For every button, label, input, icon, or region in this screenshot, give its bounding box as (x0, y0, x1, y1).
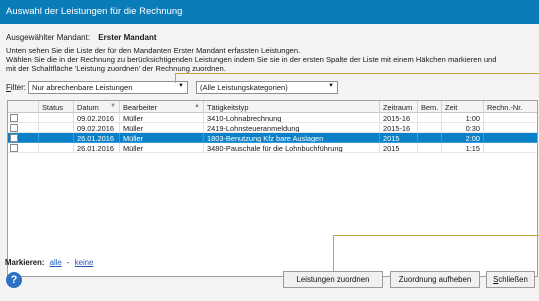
cell-datum: 26.01.2016 (74, 143, 120, 153)
cell-zeitraum: 2015-16 (380, 113, 418, 123)
cell-zeit: 1:00 (442, 113, 484, 123)
row-checkbox[interactable] (10, 114, 18, 122)
cell-zeit: 2:00 (442, 133, 484, 143)
cell-bem (418, 123, 442, 133)
callout-line-assign (333, 235, 539, 271)
cell-bearbeiter: Müller (120, 123, 204, 133)
dropdown-arrow-icon: ▼ (178, 83, 184, 89)
table-row[interactable]: 09.02.2016 Müller 3410-Lohnabrechnung 20… (8, 113, 537, 123)
category-select-value: (Alle Leistungskategorien) (200, 83, 288, 92)
cell-zeit: 0:30 (442, 123, 484, 133)
column-header-bearbeiter-label: Bearbeiter (123, 103, 158, 112)
cell-taetigkeit: 2419-Lohnsteueranmeldung (204, 123, 380, 133)
cell-bem (418, 143, 442, 153)
help-icon[interactable]: ? (6, 272, 22, 288)
cell-taetigkeit: 3480-Pauschale für die Lohnbuchführung (204, 143, 380, 153)
remove-assignment-button[interactable]: Zuordnung aufheben (390, 271, 480, 288)
assign-services-button[interactable]: Leistungen zuordnen (283, 271, 383, 288)
column-header-zeit[interactable]: Zeit (442, 101, 484, 113)
filter-select-value: Nur abrechenbare Leistungen (32, 83, 133, 92)
info-line: mit der Schaltfläche 'Leistung zuordnen'… (6, 64, 226, 73)
close-button[interactable]: Schließen (486, 271, 535, 288)
filter-label: Filter: (6, 83, 26, 92)
row-checkbox-cell (8, 143, 39, 153)
row-checkbox-cell (8, 113, 39, 123)
column-header-taetigkeitstyp[interactable]: Tätigkeitstyp (204, 101, 380, 113)
info-text: Unten sehen Sie die Liste der für den Ma… (6, 46, 531, 73)
cell-rechnr (484, 123, 537, 133)
filter-select[interactable]: Nur abrechenbare Leistungen ▼ (28, 81, 188, 94)
window-titlebar[interactable]: Auswahl der Leistungen für die Rechnung (0, 0, 539, 24)
close-button-label: chließen (498, 275, 528, 284)
cell-zeitraum: 2015 (380, 133, 418, 143)
column-header-status[interactable]: Status (39, 101, 74, 113)
cell-status (39, 133, 74, 143)
sort-desc-icon: ▼ (110, 103, 116, 109)
sort-asc-icon: ▲ (194, 103, 200, 109)
cell-zeitraum: 2015 (380, 143, 418, 153)
column-header-bem[interactable]: Bem. (418, 101, 442, 113)
cell-rechnr (484, 113, 537, 123)
cell-bem (418, 133, 442, 143)
column-header-rechnr[interactable]: Rechn.-Nr. (484, 101, 537, 113)
mark-separator: - (66, 258, 70, 267)
mandant-value: Erster Mandant (98, 33, 157, 42)
dropdown-arrow-icon: ▼ (328, 83, 334, 89)
cell-datum: 09.02.2016 (74, 113, 120, 123)
column-header-datum-label: Datum (77, 103, 99, 112)
cell-zeit: 1:15 (442, 143, 484, 153)
table-row[interactable]: 09.02.2016 Müller 2419-Lohnsteueranmeldu… (8, 123, 537, 133)
row-checkbox[interactable] (10, 134, 18, 142)
cell-status (39, 113, 74, 123)
table-row-selected[interactable]: 26.01.2016 Müller 1803-Benutzung Kfz bar… (8, 133, 537, 143)
callout-line-filter (175, 73, 539, 83)
mandant-label: Ausgewählter Mandant: (6, 33, 91, 42)
row-checkbox-cell (8, 133, 39, 143)
table-row[interactable]: 26.01.2016 Müller 3480-Pauschale für die… (8, 143, 537, 153)
cell-datum: 26.01.2016 (74, 133, 120, 143)
row-checkbox-cell (8, 123, 39, 133)
cell-bearbeiter: Müller (120, 143, 204, 153)
mandant-line: Ausgewählter Mandant: Erster Mandant (6, 33, 157, 42)
info-line: Unten sehen Sie die Liste der für den Ma… (6, 46, 301, 55)
cell-status (39, 123, 74, 133)
column-header-bearbeiter[interactable]: Bearbeiter ▲ (120, 101, 204, 113)
cell-rechnr (484, 143, 537, 153)
column-header-zeitraum[interactable]: Zeitraum (380, 101, 418, 113)
cell-bearbeiter: Müller (120, 133, 204, 143)
column-header-checkbox[interactable] (8, 101, 39, 113)
cell-taetigkeit: 1803-Benutzung Kfz bare Auslagen (204, 133, 380, 143)
cell-zeitraum: 2015-16 (380, 123, 418, 133)
cell-rechnr (484, 133, 537, 143)
table-header: Status Datum ▼ Bearbeiter ▲ Tätigkeitstyp … (8, 101, 537, 113)
mark-label: Markieren: (5, 258, 45, 267)
row-checkbox[interactable] (10, 124, 18, 132)
cell-taetigkeit: 3410-Lohnabrechnung (204, 113, 380, 123)
cell-bem (418, 113, 442, 123)
cell-status (39, 143, 74, 153)
mark-row: Markieren: alle - keine (5, 258, 96, 267)
mark-all-link[interactable]: alle (50, 258, 62, 267)
dialog-body: Ausgewählter Mandant: Erster Mandant Unt… (0, 24, 539, 301)
window-title: Auswahl der Leistungen für die Rechnung (6, 6, 183, 17)
cell-datum: 09.02.2016 (74, 123, 120, 133)
row-checkbox[interactable] (10, 144, 18, 152)
mark-none-link[interactable]: keine (75, 258, 94, 267)
cell-bearbeiter: Müller (120, 113, 204, 123)
column-header-datum[interactable]: Datum ▼ (74, 101, 120, 113)
filter-label-rest: ilter: (10, 83, 27, 92)
info-line: Wählen Sie die in der Rechnung zu berück… (6, 55, 497, 64)
